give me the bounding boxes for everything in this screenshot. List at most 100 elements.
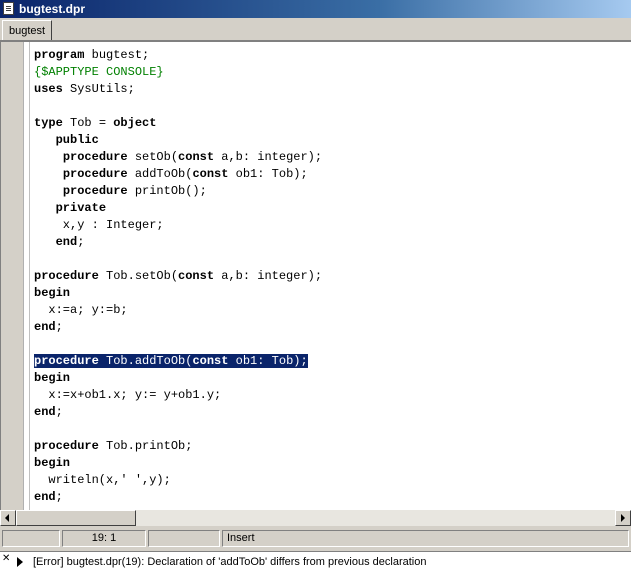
code-line[interactable]: end;	[34, 489, 322, 506]
keyword-token: procedure	[34, 439, 99, 453]
document-icon	[3, 2, 14, 15]
code-line[interactable]: x:=x+ob1.x; y:= y+ob1.y;	[34, 387, 322, 404]
code-line-text: uses SysUtils;	[34, 82, 135, 96]
code-line-text: writeln(x,' ',y);	[34, 473, 171, 487]
keyword-token: begin	[34, 371, 71, 385]
code-line[interactable]: x:=a; y:=b;	[34, 302, 322, 319]
code-editor[interactable]: program bugtest; {$APPTYPE CONSOLE} uses S…	[0, 41, 631, 510]
code-line[interactable]	[34, 251, 322, 268]
editor-gutter[interactable]	[1, 42, 24, 510]
code-token: addToOb(	[127, 167, 193, 181]
code-line[interactable]: public	[34, 132, 322, 149]
code-line-text: end;	[34, 405, 63, 419]
keyword-token: const	[178, 150, 215, 164]
scroll-thumb[interactable]	[16, 510, 136, 526]
keyword-token: begin	[34, 456, 71, 470]
code-line[interactable]: x,y : Integer;	[34, 217, 322, 234]
title-bar: bugtest.dpr	[0, 0, 631, 18]
message-pane[interactable]: ✕ [Error] bugtest.dpr(19): Declaration o…	[0, 551, 631, 573]
code-line-text: type Tob = object	[34, 116, 156, 130]
code-line[interactable]	[34, 336, 322, 353]
code-token: ;	[55, 405, 63, 419]
source-code[interactable]: program bugtest; {$APPTYPE CONSOLE} uses S…	[34, 47, 322, 506]
code-line[interactable]: procedure Tob.setOb(const a,b: integer);	[34, 268, 322, 285]
keyword-token: end	[34, 490, 56, 504]
code-token: SysUtils;	[62, 82, 135, 96]
code-line[interactable]: end;	[34, 404, 322, 421]
code-line[interactable]: uses SysUtils;	[34, 81, 322, 98]
status-bar: 19: 1 Insert	[0, 527, 631, 549]
keyword-token: program	[34, 48, 85, 62]
keyword-token: uses	[34, 82, 63, 96]
scroll-left-button[interactable]	[0, 510, 16, 526]
code-line[interactable]: private	[34, 200, 322, 217]
code-line-text: x:=a; y:=b;	[34, 303, 128, 317]
code-line-text: procedure Tob.printOb;	[34, 439, 192, 453]
code-line[interactable]: end;	[34, 319, 322, 336]
tab-bugtest[interactable]: bugtest	[2, 20, 53, 40]
status-panel-blank	[148, 530, 220, 547]
keyword-token: public	[55, 133, 99, 147]
code-token: a,b: integer);	[214, 150, 323, 164]
code-line-text: procedure addToOb(const ob1: Tob);	[34, 167, 308, 181]
code-token: x:=a; y:=b;	[34, 303, 128, 317]
code-line-text: procedure printOb();	[34, 184, 207, 198]
scroll-right-button[interactable]	[615, 510, 631, 526]
directive-token: {$APPTYPE CONSOLE}	[34, 65, 164, 79]
code-line-text: program bugtest;	[34, 48, 149, 62]
keyword-token: const	[178, 269, 215, 283]
keyword-token: procedure	[34, 354, 99, 368]
code-line-text: x:=x+ob1.x; y:= y+ob1.y;	[34, 388, 221, 402]
close-icon[interactable]: ✕	[2, 554, 12, 564]
code-line[interactable]: procedure setOb(const a,b: integer);	[34, 149, 322, 166]
code-line[interactable]: begin	[34, 285, 322, 302]
code-token: Tob.printOb;	[98, 439, 193, 453]
code-line-text: end;	[34, 320, 63, 334]
keyword-token: const	[192, 167, 229, 181]
code-line-text: {$APPTYPE CONSOLE}	[34, 65, 164, 79]
keyword-token: end	[34, 320, 56, 334]
keyword-token: end	[34, 405, 56, 419]
code-token: ob1: Tob);	[228, 354, 308, 368]
code-token: writeln(x,' ',y);	[34, 473, 171, 487]
code-line[interactable]: end;	[34, 234, 322, 251]
code-line[interactable]	[34, 98, 322, 115]
code-line[interactable]	[34, 421, 322, 438]
code-token: printOb();	[127, 184, 207, 198]
code-line[interactable]: procedure Tob.printOb;	[34, 438, 322, 455]
code-token: ob1: Tob);	[228, 167, 308, 181]
code-line[interactable]: type Tob = object	[34, 115, 322, 132]
code-token: ;	[77, 235, 85, 249]
code-line-text: end;	[34, 235, 85, 249]
status-panel-modified	[2, 530, 60, 547]
insert-mode-indicator: Insert	[222, 530, 629, 547]
code-line-text: public	[34, 133, 99, 147]
code-line-text: procedure Tob.setOb(const a,b: integer);	[34, 269, 322, 283]
code-line[interactable]: writeln(x,' ',y);	[34, 472, 322, 489]
code-line[interactable]: procedure Tob.addToOb(const ob1: Tob);	[34, 353, 322, 370]
code-token: x:=x+ob1.x; y:= y+ob1.y;	[34, 388, 222, 402]
code-line[interactable]: procedure printOb();	[34, 183, 322, 200]
code-token: Tob.setOb(	[98, 269, 179, 283]
tab-strip: bugtest	[0, 18, 631, 41]
keyword-token: procedure	[62, 167, 128, 181]
keyword-token: object	[113, 116, 157, 130]
code-line[interactable]: procedure addToOb(const ob1: Tob);	[34, 166, 322, 183]
code-token: Tob =	[62, 116, 114, 130]
code-line-text: procedure setOb(const a,b: integer);	[34, 150, 322, 164]
code-line[interactable]: begin	[34, 455, 322, 472]
keyword-token: private	[55, 201, 107, 215]
horizontal-scrollbar[interactable]	[0, 510, 631, 526]
editor-margin-line	[29, 42, 30, 510]
code-line[interactable]: program bugtest;	[34, 47, 322, 64]
code-line[interactable]: begin	[34, 370, 322, 387]
code-line[interactable]: {$APPTYPE CONSOLE}	[34, 64, 322, 81]
code-token: bugtest;	[84, 48, 150, 62]
error-message[interactable]: [Error] bugtest.dpr(19): Declaration of …	[33, 556, 426, 568]
cursor-position: 19: 1	[62, 530, 146, 547]
